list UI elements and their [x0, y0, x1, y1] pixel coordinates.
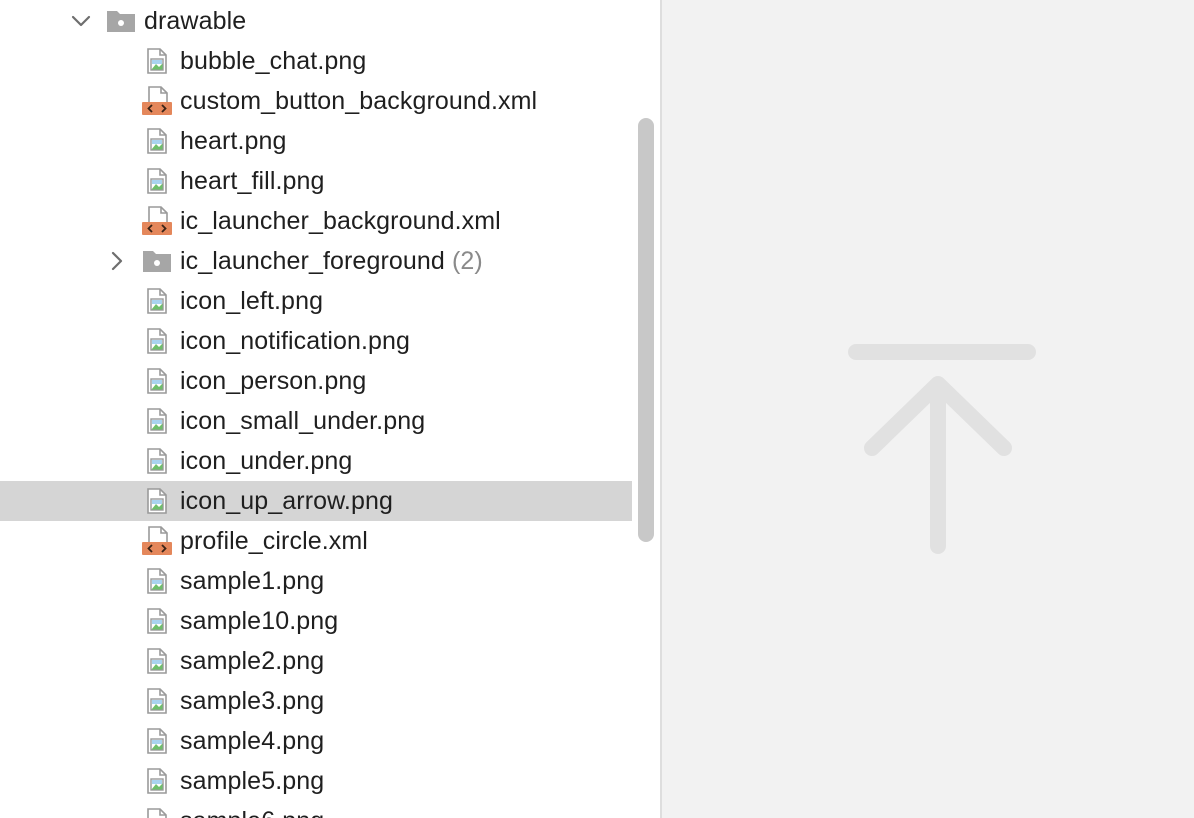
tree-folder-row[interactable]: ic_launcher_foreground (2) [0, 241, 632, 281]
image-file-icon [142, 686, 172, 716]
tree-item-name: sample5.png [180, 767, 325, 795]
tree-item-label: icon_up_arrow.png [180, 487, 393, 516]
tree-file-row[interactable]: heart_fill.png [0, 161, 632, 201]
tree-item-name: heart_fill.png [180, 167, 325, 195]
tree-item-name: profile_circle.xml [180, 527, 368, 555]
tree-item-label: sample6.png [180, 807, 324, 818]
tree-item-name: sample10.png [180, 607, 339, 635]
tree-file-row[interactable]: sample5.png [0, 761, 632, 801]
image-file-icon [142, 366, 172, 396]
tree-item-name: ic_launcher_foreground [180, 247, 445, 275]
tree-item-name: icon_small_under.png [180, 407, 426, 435]
tree-item-label: custom_button_background.xml [180, 87, 537, 116]
tree-item-label: sample4.png [180, 727, 324, 756]
tree-item-name: ic_launcher_background.xml [180, 207, 501, 235]
tree-file-row[interactable]: sample6.png [0, 801, 632, 818]
tree-file-row[interactable]: sample3.png [0, 681, 632, 721]
image-file-icon [142, 286, 172, 316]
tree-item-name: icon_notification.png [180, 327, 411, 355]
up-arrow-to-top-icon [848, 344, 1036, 554]
tree-folder-row[interactable]: drawable [0, 1, 632, 41]
tree-item-name: icon_left.png [180, 287, 324, 315]
image-file-icon [142, 766, 172, 796]
xml-file-icon [142, 86, 172, 116]
tree-scrollbar[interactable] [632, 0, 660, 818]
tree-item-name: drawable [144, 7, 247, 35]
tree-item-label: profile_circle.xml [180, 527, 368, 556]
xml-file-icon [142, 526, 172, 556]
tree-item-name: sample6.png [180, 807, 324, 818]
chevron-right-icon[interactable] [106, 250, 128, 272]
chevron-down-icon[interactable] [70, 10, 92, 32]
tree-item-label: icon_person.png [180, 367, 366, 396]
tree-file-row[interactable]: heart.png [0, 121, 632, 161]
tree-item-label: sample3.png [180, 687, 324, 716]
image-file-icon [142, 46, 172, 76]
tree-item-label: sample10.png [180, 607, 338, 636]
image-file-icon [142, 126, 172, 156]
tree-item-label: drawable [144, 7, 246, 36]
xml-file-icon [142, 206, 172, 236]
tree-file-row[interactable]: icon_small_under.png [0, 401, 632, 441]
tree-item-label: heart.png [180, 127, 287, 156]
image-file-icon [142, 646, 172, 676]
tree-item-name: sample2.png [180, 647, 325, 675]
folder-icon [142, 246, 172, 276]
image-preview-panel [662, 0, 1194, 818]
tree-item-label: sample2.png [180, 647, 324, 676]
tree-item-name: sample1.png [180, 567, 325, 595]
tree-file-row[interactable]: icon_person.png [0, 361, 632, 401]
project-tree-window: drawable bubble_chat.png custom_button_bac… [0, 0, 1194, 818]
image-file-icon [142, 606, 172, 636]
image-file-icon [142, 486, 172, 516]
image-file-icon [142, 566, 172, 596]
tree-file-row[interactable]: sample2.png [0, 641, 632, 681]
tree-item-label: icon_under.png [180, 447, 352, 476]
tree-item-label: sample5.png [180, 767, 324, 796]
tree-file-row[interactable]: custom_button_background.xml [0, 81, 632, 121]
image-file-icon [142, 166, 172, 196]
tree-item-label: sample1.png [180, 567, 324, 596]
tree-file-row[interactable]: sample1.png [0, 561, 632, 601]
project-tree: drawable bubble_chat.png custom_button_bac… [0, 0, 632, 818]
tree-item-name: icon_person.png [180, 367, 367, 395]
tree-item-name: icon_under.png [180, 447, 353, 475]
tree-item-name: custom_button_background.xml [180, 87, 538, 115]
tree-item-label: icon_notification.png [180, 327, 410, 356]
image-file-icon [142, 446, 172, 476]
tree-file-row[interactable]: bubble_chat.png [0, 41, 632, 81]
tree-file-row[interactable]: icon_notification.png [0, 321, 632, 361]
tree-file-row[interactable]: sample10.png [0, 601, 632, 641]
tree-file-row[interactable]: icon_up_arrow.png [0, 481, 632, 521]
tree-item-name: bubble_chat.png [180, 47, 367, 75]
tree-file-row[interactable]: icon_under.png [0, 441, 632, 481]
tree-item-name: sample3.png [180, 687, 325, 715]
tree-item-label: ic_launcher_background.xml [180, 207, 501, 236]
tree-file-row[interactable]: profile_circle.xml [0, 521, 632, 561]
tree-file-row[interactable]: icon_left.png [0, 281, 632, 321]
tree-scrollbar-thumb[interactable] [638, 118, 654, 542]
image-file-icon [142, 806, 172, 818]
tree-item-count: (2) [451, 247, 483, 275]
tree-item-label: ic_launcher_foreground (2) [180, 247, 483, 276]
tree-item-label: icon_left.png [180, 287, 323, 316]
image-file-icon [142, 406, 172, 436]
folder-icon [106, 6, 136, 36]
tree-item-name: heart.png [180, 127, 287, 155]
tree-item-label: heart_fill.png [180, 167, 325, 196]
tree-item-name: icon_up_arrow.png [180, 487, 393, 515]
tree-item-label: icon_small_under.png [180, 407, 425, 436]
tree-item-name: sample4.png [180, 727, 325, 755]
image-file-icon [142, 326, 172, 356]
tree-file-row[interactable]: ic_launcher_background.xml [0, 201, 632, 241]
image-file-icon [142, 726, 172, 756]
tree-item-label: bubble_chat.png [180, 47, 366, 76]
tree-file-row[interactable]: sample4.png [0, 721, 632, 761]
